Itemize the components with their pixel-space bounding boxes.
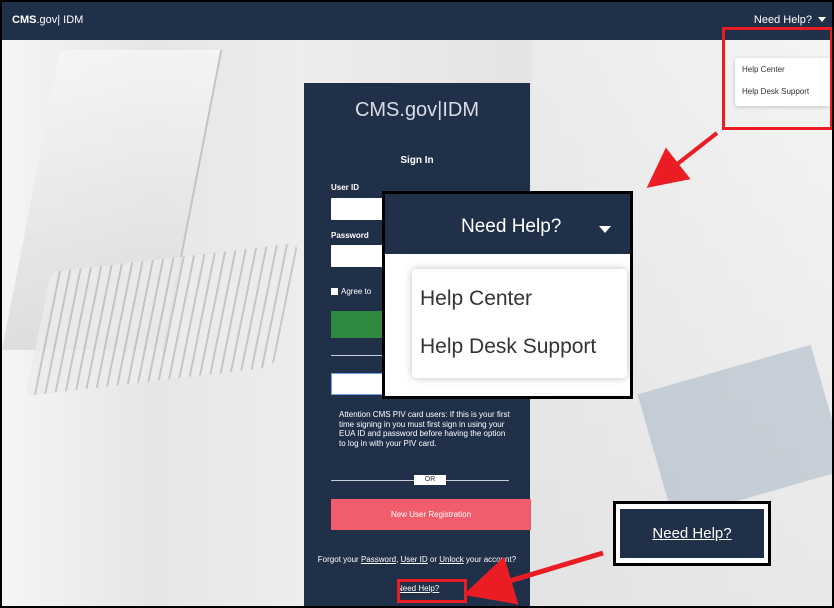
need-help-zoom-callout: Need Help? [613, 501, 771, 566]
zoom-help-desk-support: Help Desk Support [420, 335, 597, 358]
top-need-help-dropdown[interactable]: Need Help? [754, 14, 812, 26]
user-id-link[interactable]: User ID [401, 555, 428, 564]
piv-attention-text: Attention CMS PIV card users: If this is… [339, 410, 510, 448]
chevron-down-icon[interactable] [818, 17, 826, 22]
forgot-or-word: or [429, 555, 437, 564]
chevron-down-icon [599, 226, 611, 233]
help-menu-zoom-callout: Need Help? Help Center Help Desk Support [382, 191, 633, 399]
forgot-account-text: Forgot your Password, User ID or Unlock … [317, 555, 517, 564]
zoom-need-help-text: Need Help? [461, 216, 562, 237]
top-help-highlight-box [722, 27, 832, 130]
agree-checkbox[interactable] [331, 288, 338, 295]
callout-need-help-text: Need Help? [620, 509, 764, 558]
or-label: OR [414, 475, 446, 485]
top-navigation-bar: CMS.gov| IDM Need Help? [2, 2, 832, 40]
user-id-label: User ID [331, 183, 360, 192]
password-label: Password [331, 231, 369, 240]
sign-in-title: Sign In [400, 155, 434, 166]
brand-suffix-text: .gov| IDM [36, 14, 84, 26]
agree-label: Agree to [341, 287, 372, 296]
new-user-registration-button[interactable]: New User Registration [331, 499, 531, 530]
zoom-help-center: Help Center [420, 287, 533, 310]
screenshot-frame: CMS.gov| IDM Need Help? CMS.gov|IDM Sign… [0, 0, 834, 608]
password-link[interactable]: Password [361, 555, 396, 564]
cms-logo: CMS.gov|IDM [354, 99, 480, 121]
zoom-help-menu: Help Center Help Desk Support [412, 269, 627, 378]
zoom-header: Need Help? [385, 194, 630, 254]
forgot-prefix: Forgot your [317, 555, 359, 564]
unlock-link[interactable]: Unlock [439, 555, 463, 564]
brand-cms-text: CMS [12, 14, 37, 26]
forgot-suffix: your account? [465, 555, 517, 564]
cms-idm-brand[interactable]: CMS.gov| IDM [12, 14, 83, 26]
bottom-help-highlight-box [397, 579, 467, 603]
